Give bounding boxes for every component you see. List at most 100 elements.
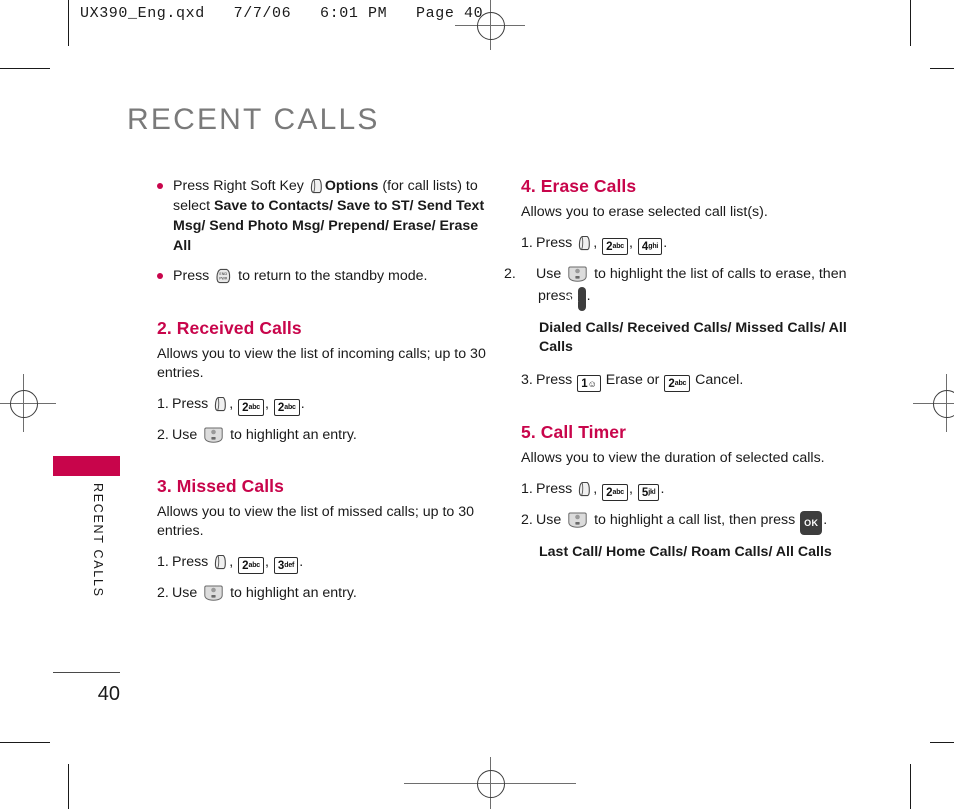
navigation-key-icon [203,426,224,444]
right-soft-key-icon [214,396,227,412]
end-key-icon: END PWR [215,268,232,284]
step-text: . [823,512,828,528]
step-number: 3. [521,372,533,388]
step-text: . [663,235,668,251]
key-2-abc-icon: 2abc [602,484,628,501]
step-number: 1. [157,554,169,570]
step-text: . [300,396,305,412]
bullet-text-1a: Press Right Soft Key [173,178,308,194]
ok-key-icon: OK [800,511,823,535]
step-text: Use [172,585,202,601]
section-heading-erase-calls: 4. Erase Calls [521,176,637,196]
key-2-abc-icon: 2abc [238,557,264,574]
svg-text:PWR: PWR [219,277,228,281]
key-3-def-icon: 3def [273,557,299,574]
section-heading-missed-calls: 3. Missed Calls [157,476,284,496]
crop-mark-right-top-horizontal [930,68,954,69]
step-erase-1: 1. Press , 2abc, 4ghi. [521,232,853,255]
key-1-voicemail-icon: 1☺ [577,375,601,392]
right-column: 4. Erase Calls Allows you to erase selec… [504,176,853,574]
step-received-2: 2. Use to highlight an entry. [157,424,489,446]
step-number: 2. [157,427,169,443]
step-received-1: 1. Press , 2abc, 2abc. [157,393,489,416]
header-divider [68,0,69,46]
left-column: Press Right Soft Key Options (for call l… [157,176,489,612]
right-soft-key-icon [310,178,323,194]
step-number: 1. [521,481,533,497]
navigation-key-icon [203,584,224,602]
erase-call-list-options: Dialed Calls/ Received Calls/ Missed Cal… [539,320,847,355]
chapter-tab-marker [53,456,120,476]
bullet-dot-icon [157,183,163,189]
step-number: 2. [157,585,169,601]
bullet-text-2a: Press [173,268,214,284]
crop-mark-left-bottom-horizontal [0,742,50,743]
bullet-text-options: Options [324,178,379,194]
page-title: RECENT CALLS [127,103,380,136]
navigation-key-icon [567,265,588,283]
key-2-abc-icon: 2abc [238,399,264,416]
key-5-jkl-icon: 5jkl [637,484,660,501]
step-text: , [264,396,273,412]
bullet-item-standby: Press END PWR to return to the standby mo… [157,266,489,286]
step-text: . [660,481,665,497]
step-text: , [593,235,602,251]
key-4-ghi-icon: 4ghi [637,238,663,255]
ok-key-icon: OK [565,287,586,311]
chapter-side-label: RECENT CALLS [91,483,105,598]
svg-text:END: END [220,272,228,276]
section-heading-call-timer: 5. Call Timer [521,422,627,442]
page-number: 40 [97,683,120,705]
step-number: 2. [504,266,516,282]
section-heading-received-calls: 2. Received Calls [157,318,302,338]
right-soft-key-icon [214,554,227,570]
manual-page: UX390_Eng.qxd 7/7/06 6:01 PM Page 40 REC… [0,0,954,809]
section-intro-call-timer: Allows you to view the duration of selec… [521,450,825,466]
step-number: 1. [521,235,533,251]
step-erase-3: 3. Press 1☺ Erase or 2abc Cancel. [521,369,853,392]
bullet-text-2b: to return to the standby mode. [234,268,428,284]
section-intro-missed-calls: Allows you to view the list of missed ca… [157,504,474,539]
prepress-header-text: UX390_Eng.qxd 7/7/06 6:01 PM Page 40 [80,5,484,22]
step-text: Press [536,481,577,497]
step-text: Press [172,396,213,412]
step-text: Use [536,512,566,528]
right-soft-key-icon [578,235,591,251]
step-erase-2: 2. Use to highlight the list of calls to … [504,263,853,311]
step-text: . [586,288,591,304]
step-text: , [264,554,273,570]
step-text: , [628,235,637,251]
crop-mark-bottom-right-vertical [910,764,911,809]
step-text: . [299,554,304,570]
step-text: Press [536,235,577,251]
step-text: Use [536,266,566,282]
bullet-text-menu-options: Save to Contacts/ Save to ST/ Send Text … [173,198,485,254]
navigation-key-icon [567,511,588,529]
right-soft-key-icon [578,481,591,497]
call-timer-options: Last Call/ Home Calls/ Roam Calls/ All C… [539,544,832,560]
step-number: 2. [521,512,533,528]
step-missed-1: 1. Press , 2abc, 3def. [157,551,489,574]
step-text: Press [536,372,577,388]
step-text: to highlight an entry. [226,585,357,601]
section-intro-received-calls: Allows you to view the list of incoming … [157,346,486,381]
step-text: , [229,554,238,570]
step-text: to highlight an entry. [226,427,357,443]
crop-mark-bottom-left-vertical [68,764,69,809]
step-text: Press [172,554,213,570]
section-intro-erase-calls: Allows you to erase selected call list(s… [521,204,768,220]
bullet-dot-icon [157,273,163,279]
step-timer-2: 2. Use to highlight a call list, then pre… [521,509,853,535]
step-timer-1: 1. Press , 2abc, 5jkl. [521,478,853,501]
step-text: Erase or [601,372,664,388]
key-2-abc-icon: 2abc [664,375,691,392]
step-text: , [628,481,637,497]
step-text: Use [172,427,202,443]
key-2-abc-icon: 2abc [602,238,628,255]
step-missed-2: 2. Use to highlight an entry. [157,582,489,604]
bullet-item-options: Press Right Soft Key Options (for call l… [157,176,489,256]
key-2-abc-icon: 2abc [273,399,300,416]
